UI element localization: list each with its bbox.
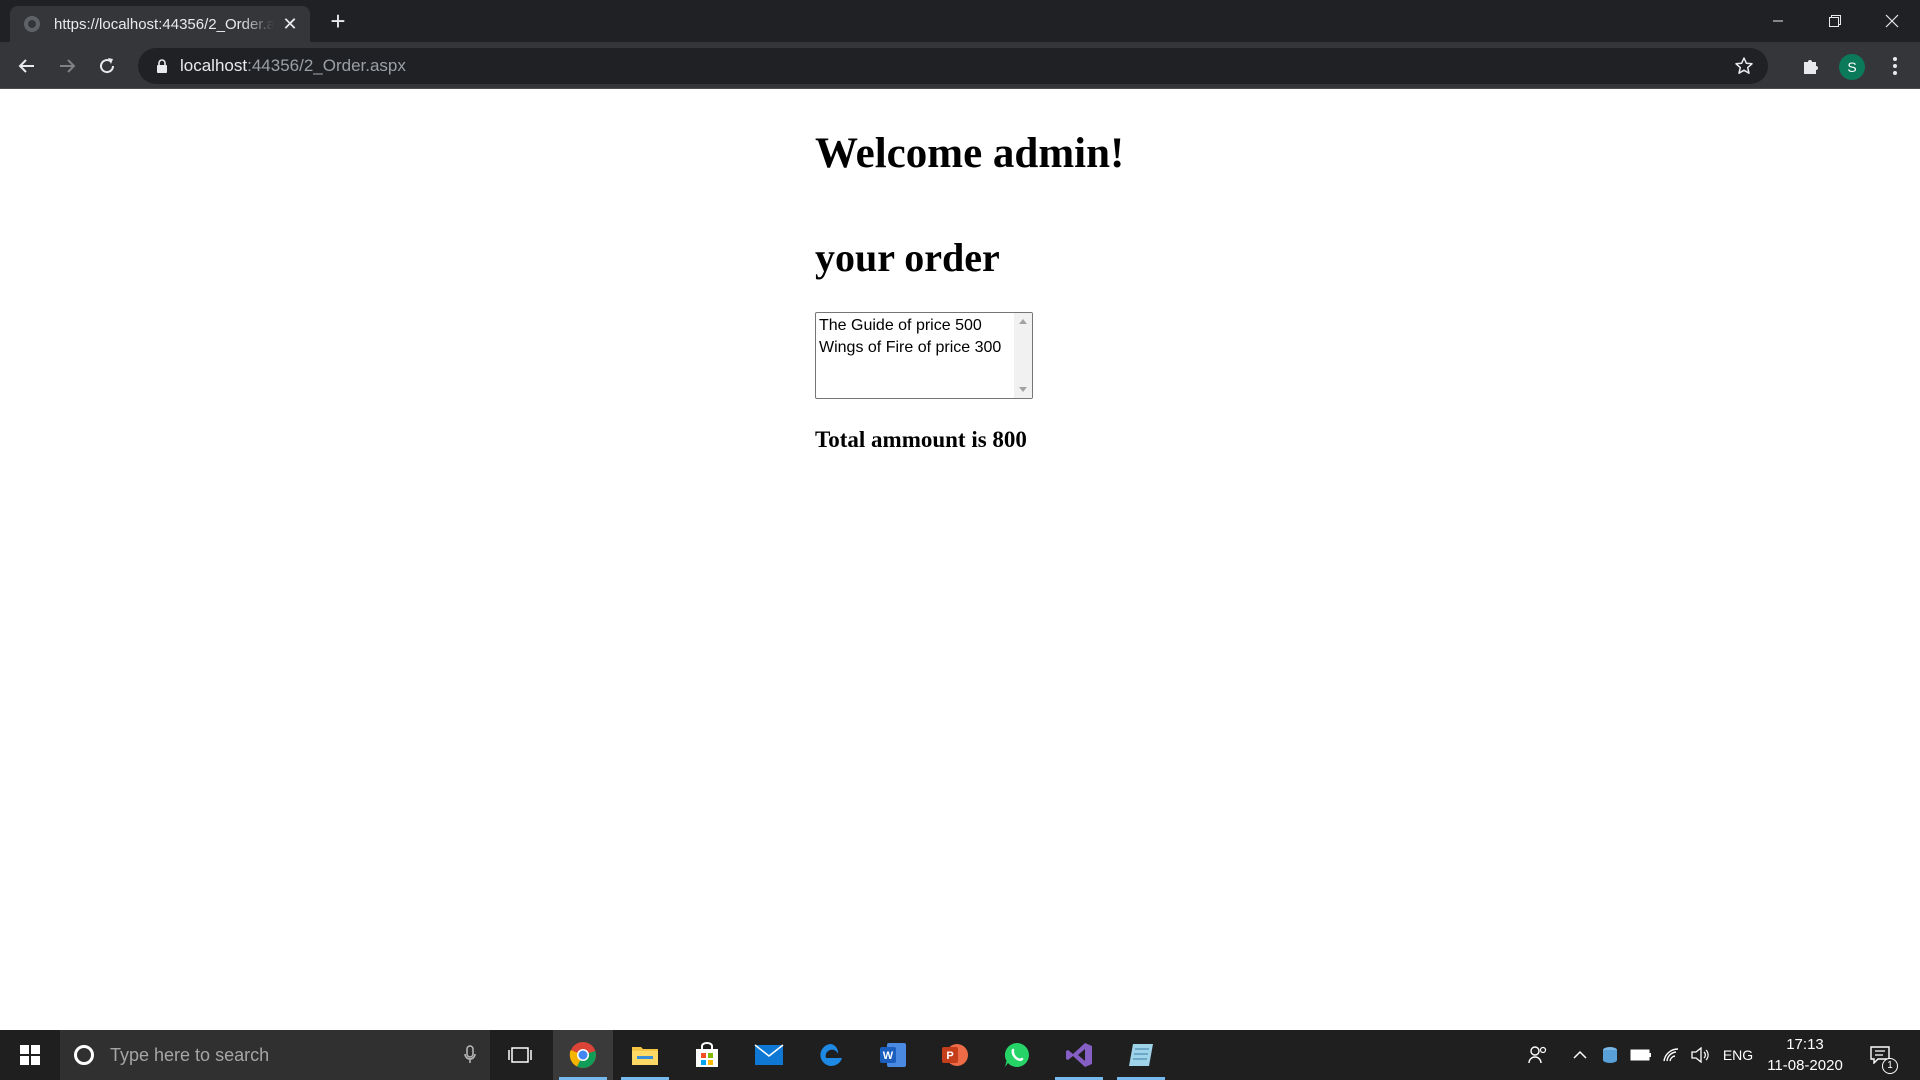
restore-button[interactable] [1806,0,1863,42]
browser-menu-icon[interactable] [1880,50,1910,82]
chevron-up-icon[interactable] [1568,1030,1592,1080]
page-content: Welcome admin! your order The Guide of p… [0,89,1920,1030]
cortana-icon [74,1045,94,1065]
restore-icon [1828,15,1841,27]
notepad-icon [1129,1044,1153,1066]
microphone-icon[interactable] [450,1045,490,1065]
windows-logo-icon [20,1045,40,1065]
welcome-heading: Welcome admin! [815,130,1125,177]
chrome-icon [569,1042,596,1068]
minimize-button[interactable] [1749,0,1806,42]
wifi-icon[interactable] [1660,1030,1684,1080]
notification-badge: 1 [1882,1058,1898,1074]
listbox-scrollbar[interactable] [1014,313,1032,398]
new-tab-button[interactable]: + [324,7,352,35]
url-host: localhost [180,56,248,75]
minimize-icon [1772,20,1783,22]
lock-icon[interactable] [152,59,172,73]
order-item[interactable]: Wings of Fire of price 300 [816,337,1001,359]
search-placeholder: Type here to search [110,1044,270,1065]
taskbar-powerpoint[interactable]: P [925,1030,985,1080]
clock-date: 11-08-2020 [1767,1057,1843,1074]
back-button[interactable] [11,50,43,82]
tab-title: https://localhost:44356/2_Order.aspx [54,15,274,33]
arrow-left-icon [18,59,34,73]
profile-avatar[interactable]: S [1839,54,1865,80]
task-view-icon [508,1047,532,1063]
volume-icon[interactable] [1688,1030,1712,1080]
start-button[interactable] [0,1030,60,1080]
forward-button[interactable] [51,50,83,82]
url-path: :44356/2_Order.aspx [247,56,406,75]
address-bar[interactable]: localhost :44356/2_Order.aspx [138,48,1768,84]
taskbar-word[interactable]: W [863,1030,923,1080]
close-tab-icon[interactable]: ✕ [280,14,300,35]
tab-strip: https://localhost:44356/2_Order.aspx ✕ + [0,0,1920,42]
order-listbox[interactable]: The Guide of price 500 Wings of Fire of … [815,312,1033,399]
taskbar-whatsapp[interactable] [987,1030,1047,1080]
taskbar-edge[interactable] [801,1030,861,1080]
browser-tab[interactable]: https://localhost:44356/2_Order.aspx ✕ [10,6,310,42]
puzzle-icon [1804,60,1818,74]
scroll-down-arrow-icon[interactable] [1019,387,1027,392]
taskbar-notepad[interactable] [1111,1030,1171,1080]
powerpoint-icon: P [942,1044,968,1066]
taskbar-mail[interactable] [739,1030,799,1080]
reload-icon [100,58,115,74]
total-amount: Total ammount is 800 [815,427,1027,452]
clock-time: 17:13 [1786,1036,1824,1053]
windows-taskbar: Type here to search W P ENG 17:13 11-08-… [0,1030,1920,1080]
taskbar-visual-studio[interactable] [1049,1030,1109,1080]
language-indicator[interactable]: ENG [1716,1030,1760,1080]
taskbar-file-explorer[interactable] [615,1030,675,1080]
reload-button[interactable] [91,50,123,82]
bookmark-star-icon[interactable] [1732,54,1756,78]
order-item[interactable]: The Guide of price 500 [816,315,1001,337]
arrow-right-icon [60,59,76,73]
taskbar-search[interactable]: Type here to search [60,1030,490,1080]
word-icon: W [880,1043,906,1067]
close-icon [1885,14,1898,28]
taskbar-clock[interactable]: 17:13 11-08-2020 [1760,1034,1850,1076]
battery-icon[interactable] [1628,1030,1654,1080]
browser-toolbar: localhost :44356/2_Order.aspx [0,42,1920,89]
taskbar-store[interactable] [677,1030,737,1080]
svg-text:P: P [946,1050,953,1062]
people-icon[interactable] [1524,1030,1552,1080]
whatsapp-icon [1004,1042,1029,1067]
network-drive-icon[interactable] [1598,1030,1622,1080]
svg-text:W: W [883,1050,894,1062]
scroll-up-arrow-icon[interactable] [1019,319,1027,324]
extensions-button[interactable] [1795,50,1827,82]
close-window-button[interactable] [1863,0,1920,42]
store-icon [696,1042,718,1067]
order-heading: your order [815,235,1000,280]
edge-icon [820,1044,842,1066]
visual-studio-icon [1066,1043,1092,1067]
file-explorer-icon [632,1047,658,1065]
taskbar-chrome[interactable] [553,1030,613,1080]
task-view-button[interactable] [490,1030,550,1080]
globe-favicon-icon [24,16,40,32]
mail-icon [754,1044,784,1065]
